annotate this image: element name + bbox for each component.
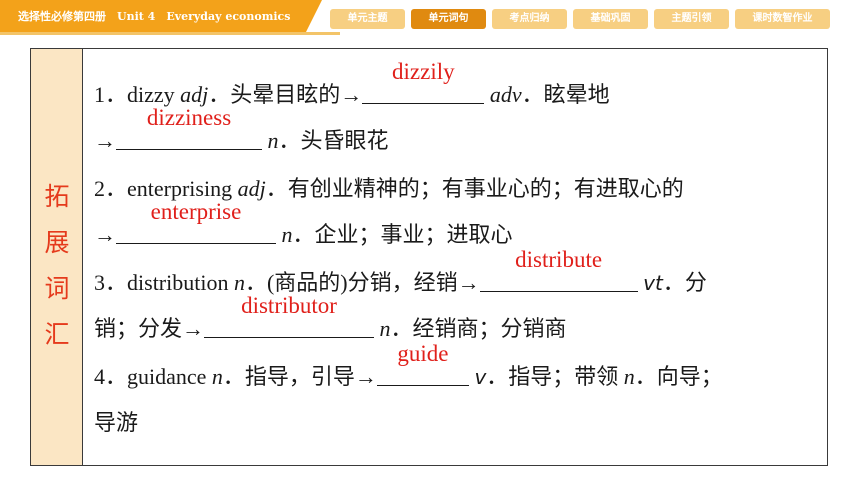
answer-blank: distributor [204,293,375,338]
answer-text: guide [397,341,449,366]
section-label-char: 拓 [44,182,70,211]
part-of-speech: adj [180,82,209,107]
answer-text: distribute [515,247,603,272]
headword: enterprising [127,176,233,201]
part-of-speech: vt [643,271,663,295]
answer-text: distributor [241,293,337,318]
entry-4-line-2: 导游 [94,410,139,435]
section-label: 拓 展 词 汇 [31,49,83,465]
answer-blank: distribute [479,247,638,292]
nav-tab-unit-theme[interactable]: 单元主题 [330,9,405,29]
nav-tab-unit-vocab[interactable]: 单元词句 [411,9,486,29]
headword: guidance [127,364,207,389]
top-bar: 选择性必修第四册 Unit 4 Everyday economics 单元主题 … [0,0,860,36]
answer-text: dizzily [392,59,455,84]
book-title: 选择性必修第四册 Unit 4 Everyday economics [18,10,291,23]
entry-4-line-1: 4．guidance n．指导，引导→ guide v．指导；带领 n．向导； [94,341,723,389]
part-of-speech: adv [489,82,522,107]
part-of-speech: n [267,128,279,153]
part-of-speech: v [474,365,487,389]
part-of-speech: n [281,222,293,247]
entry-3-line-1: 3．distribution n．(商品的)分销，经销→ distribute v… [94,247,707,295]
answer-text: dizziness [146,105,232,130]
nav-tab-key-points[interactable]: 考点归纳 [492,9,567,29]
vocab-panel: 拓 展 词 汇 1．dizzy adj．头晕目眩的→ dizzily adv．眩晕… [30,48,828,466]
headword: dizzy [127,82,175,107]
book-title-tab: 选择性必修第四册 Unit 4 Everyday economics [0,0,322,32]
part-of-speech: n [379,316,391,341]
entry-1-line-2: → dizziness n．头昏眼花 [94,105,389,153]
headword: distribution [127,270,229,295]
title-underline [0,32,340,35]
section-label-char: 展 [44,228,70,257]
nav-tab-homework[interactable]: 课时数智作业 [735,9,830,29]
nav-tab-theme-guide[interactable]: 主题引领 [654,9,729,29]
section-label-char: 汇 [44,320,70,349]
part-of-speech: n [623,364,635,389]
part-of-speech: n [211,364,223,389]
nav-tab-basics[interactable]: 基础巩固 [573,9,648,29]
part-of-speech: adj [237,176,266,201]
section-label-char: 词 [44,274,70,303]
part-of-speech: n [233,270,245,295]
answer-blank: enterprise [116,199,276,244]
answer-blank: dizzily [362,59,485,104]
answer-text: enterprise [150,199,242,224]
entry-3-line-2: 销；分发→ distributor n．经销商；分销商 [94,293,567,341]
answer-blank: dizziness [116,105,262,150]
answer-blank: guide [376,341,469,386]
entry-2-line-2: → enterprise n．企业；事业；进取心 [94,199,513,247]
